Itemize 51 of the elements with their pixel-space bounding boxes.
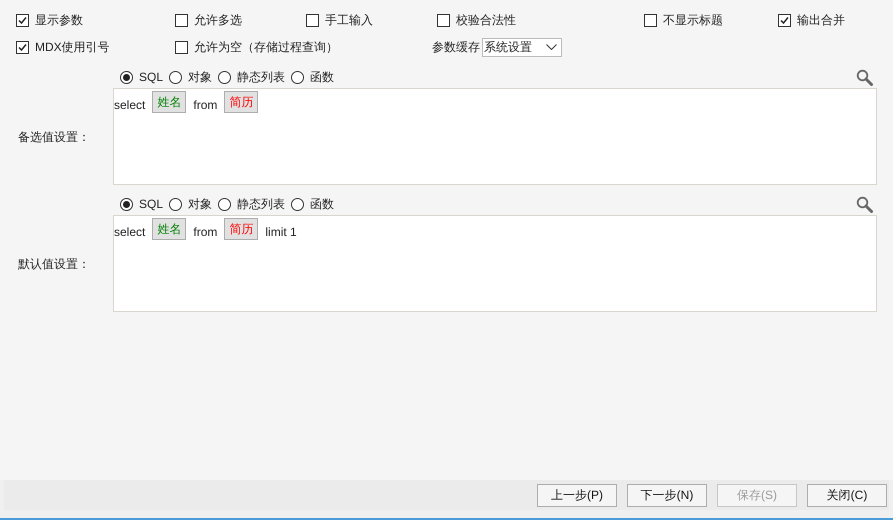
- checkbox[interactable]: [437, 14, 450, 26]
- radio-label: 函数: [310, 196, 334, 213]
- checkbox[interactable]: [175, 14, 188, 26]
- checkbox[interactable]: [306, 14, 319, 26]
- dialog-button[interactable]: 下一步(N): [627, 484, 707, 506]
- radio-button[interactable]: [120, 70, 133, 84]
- checkbox[interactable]: [778, 14, 791, 26]
- query-editor[interactable]: select 姓名 from 简历 limit 1: [113, 215, 877, 312]
- radio-button[interactable]: [291, 198, 304, 210]
- search-icon[interactable]: [856, 196, 873, 212]
- checkbox[interactable]: [175, 40, 188, 54]
- radio-button[interactable]: [120, 198, 133, 210]
- checkbox-label: 不显示标题: [663, 12, 723, 29]
- param-cache-select[interactable]: 系统设置: [482, 38, 562, 56]
- section-label: 备选值设置：: [18, 130, 90, 144]
- dialog-button[interactable]: 上一步(P): [537, 484, 617, 506]
- radio-label: SQL: [139, 69, 164, 86]
- radio-label: 静态列表: [237, 69, 286, 86]
- radio-button[interactable]: [218, 198, 232, 210]
- checkbox[interactable]: [644, 14, 657, 26]
- checkbox-label: 输出合并: [797, 12, 845, 29]
- radio-label: 对象: [188, 196, 212, 213]
- radio-label: SQL: [139, 196, 164, 213]
- query-text: from: [193, 224, 218, 241]
- chevron-down-icon: [546, 44, 557, 50]
- radio-button[interactable]: [218, 70, 232, 84]
- query-text: from: [193, 97, 218, 114]
- checkbox-label: 手工输入: [325, 12, 373, 29]
- param-cache-label: 参数缓存: [432, 39, 480, 56]
- query-text: select: [114, 224, 146, 241]
- radio-button[interactable]: [169, 70, 182, 84]
- radio-label: 对象: [188, 69, 212, 86]
- query-editor[interactable]: select 姓名 from 简历: [113, 88, 877, 185]
- checkbox-label: 允许多选: [194, 12, 242, 29]
- section-label: 默认值设置：: [18, 256, 90, 270]
- checkbox[interactable]: [16, 14, 29, 26]
- checkbox-label: 允许为空（存储过程查询）: [194, 39, 338, 56]
- query-text: limit 1: [265, 224, 297, 241]
- checkbox-label: 显示参数: [35, 12, 83, 29]
- search-icon[interactable]: [856, 68, 873, 86]
- radio-button[interactable]: [169, 198, 182, 210]
- radio-label: 静态列表: [237, 196, 286, 213]
- radio-button[interactable]: [291, 70, 304, 84]
- checkbox[interactable]: [16, 40, 29, 54]
- dialog-button[interactable]: 关闭(C): [807, 484, 887, 506]
- column-token[interactable]: 姓名: [152, 218, 186, 240]
- checkbox-label: 校验合法性: [456, 12, 516, 29]
- checkbox-label: MDX使用引号: [35, 39, 110, 56]
- radio-label: 函数: [310, 69, 334, 86]
- query-text: select: [114, 97, 146, 114]
- column-token[interactable]: 姓名: [152, 91, 186, 113]
